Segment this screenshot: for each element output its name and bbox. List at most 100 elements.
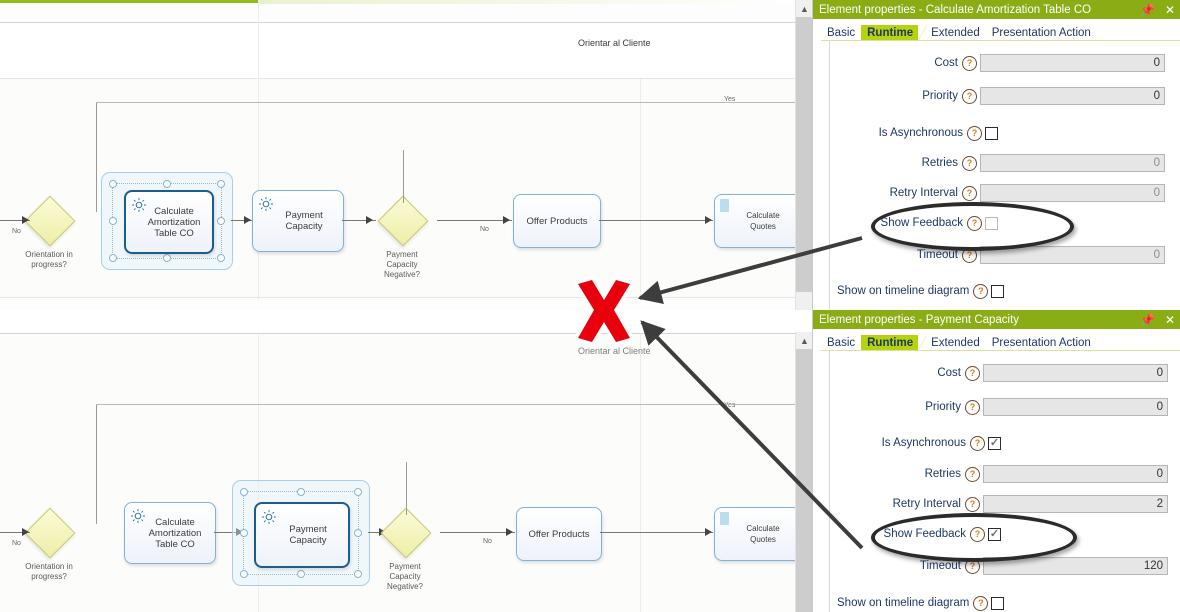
resize-handle[interactable]	[163, 254, 171, 262]
resize-handle[interactable]	[109, 180, 117, 188]
timeout-input[interactable]: 120	[983, 557, 1168, 575]
help-icon[interactable]: ?	[965, 466, 980, 482]
field-label-is-asynchronous: Is Asynchronous	[878, 127, 963, 139]
resize-handle[interactable]	[354, 488, 362, 496]
diagram-screenshot-top: Orientar al Cliente Yes Orientation in p…	[0, 0, 812, 310]
field-row-timeout: Timeout ? 120	[813, 556, 1168, 576]
sequence-flow	[96, 404, 812, 405]
resize-handle[interactable]	[109, 217, 117, 225]
help-icon[interactable]: ?	[970, 526, 985, 542]
retry-interval-input[interactable]: 2	[983, 495, 1168, 513]
task-payment-capacity[interactable]: Payment Capacity	[252, 190, 344, 252]
resize-handle[interactable]	[354, 570, 362, 578]
field-label-cost: Cost	[937, 367, 961, 379]
cost-input[interactable]: 0	[980, 54, 1165, 72]
help-icon[interactable]: ?	[965, 496, 980, 512]
resize-handle[interactable]	[109, 254, 117, 262]
scrollbar-vertical-top[interactable]: ▲	[795, 0, 812, 310]
retries-input[interactable]: 0	[980, 154, 1165, 172]
help-icon[interactable]: ?	[973, 283, 989, 299]
task-offer-products[interactable]: Offer Products	[513, 194, 601, 248]
task-calculate-quotes[interactable]: Calculate Quotes	[714, 507, 802, 561]
timeout-input[interactable]: 0	[980, 246, 1165, 264]
resize-handle[interactable]	[297, 570, 305, 578]
sequence-flow	[440, 532, 515, 533]
help-icon[interactable]: ?	[965, 558, 980, 574]
retries-input[interactable]: 0	[983, 465, 1168, 483]
close-icon[interactable]: ✕	[1165, 314, 1175, 326]
priority-input[interactable]: 0	[983, 398, 1168, 416]
help-icon[interactable]: ?	[962, 88, 977, 104]
tab-presentation-action[interactable]: Presentation Action	[986, 25, 1097, 41]
resize-handle[interactable]	[240, 529, 248, 537]
help-icon[interactable]: ?	[962, 155, 977, 171]
close-icon[interactable]: ✕	[1165, 4, 1175, 16]
tab-runtime[interactable]: Runtime	[861, 25, 928, 41]
task-calculate-amortization-table[interactable]: Calculate Amortization Table CO	[124, 502, 216, 564]
help-icon[interactable]: ?	[970, 435, 985, 451]
gear-icon	[132, 198, 146, 212]
is-asynchronous-checkbox[interactable]: ✓	[988, 436, 1001, 450]
help-icon[interactable]: ?	[962, 185, 977, 201]
task-offer-products[interactable]: Offer Products	[516, 507, 602, 561]
panel-tabs[interactable]: Basic Runtime Extended Presentation Acti…	[813, 329, 1180, 351]
cost-input[interactable]: 0	[983, 364, 1168, 382]
field-row-is-asynchronous: Is Asynchronous ?	[813, 123, 998, 143]
help-icon[interactable]: ?	[965, 365, 980, 381]
screenshot-gap	[0, 310, 812, 332]
help-icon[interactable]: ?	[967, 125, 982, 141]
is-asynchronous-checkbox[interactable]	[985, 126, 998, 140]
resize-handle[interactable]	[240, 488, 248, 496]
resize-handle[interactable]	[240, 570, 248, 578]
field-row-show-feedback: Show Feedback ?	[813, 213, 998, 233]
scrollbar-thumb[interactable]	[796, 349, 812, 612]
priority-input[interactable]: 0	[980, 87, 1165, 105]
show-feedback-checkbox[interactable]: ✓	[988, 527, 1001, 541]
task-payment-capacity[interactable]: Payment Capacity	[254, 502, 350, 568]
task-calculate-quotes[interactable]: Calculate Quotes	[714, 194, 802, 248]
scroll-up-button[interactable]: ▲	[796, 332, 812, 349]
document-icon	[720, 199, 729, 212]
panel-tabs[interactable]: Basic Runtime Extended Presentation Acti…	[813, 19, 1180, 41]
resize-handle[interactable]	[217, 180, 225, 188]
pin-icon[interactable]: 📌	[1140, 314, 1155, 326]
help-icon[interactable]: ?	[962, 247, 977, 263]
task-calculate-amortization-table[interactable]: Calculate Amortization Table CO	[124, 190, 214, 254]
diagram-screenshot-bottom: Orientar al Cliente Yes Orientation in p…	[0, 332, 812, 612]
header-accent-line	[0, 0, 258, 3]
sequence-flow	[599, 220, 713, 221]
show-feedback-checkbox[interactable]	[985, 216, 998, 230]
resize-handle[interactable]	[163, 180, 171, 188]
tab-runtime[interactable]: Runtime	[861, 335, 928, 351]
help-icon[interactable]: ?	[965, 399, 980, 415]
field-row-retries: Retries ? 0	[813, 464, 1168, 484]
pin-icon[interactable]: 📌	[1140, 4, 1155, 16]
element-properties-panel-payment-capacity[interactable]: Element properties - Payment Capacity 📌 …	[812, 310, 1180, 612]
resize-handle[interactable]	[217, 254, 225, 262]
help-icon[interactable]: ?	[967, 215, 982, 231]
task-label: Calculate Amortization Table CO	[148, 516, 202, 550]
panel-title-text: Element properties - Payment Capacity	[819, 313, 1020, 326]
scrollbar-thumb[interactable]	[796, 17, 812, 292]
field-label-show-on-timeline: Show on timeline diagram	[837, 597, 970, 609]
flow-arrow-icon	[506, 528, 513, 536]
help-icon[interactable]: ?	[973, 595, 989, 611]
tab-presentation-action[interactable]: Presentation Action	[986, 335, 1097, 351]
tab-basic[interactable]: Basic	[821, 25, 861, 41]
element-properties-panel-calculate-amortization[interactable]: Element properties - Calculate Amortizat…	[812, 0, 1180, 310]
scroll-up-button[interactable]: ▲	[796, 0, 812, 17]
diagram-canvas[interactable]: Orientar al Cliente Yes Orientation in p…	[0, 0, 812, 612]
resize-handle[interactable]	[354, 529, 362, 537]
help-icon[interactable]: ?	[962, 55, 977, 71]
resize-handle[interactable]	[217, 217, 225, 225]
gear-icon	[131, 509, 145, 523]
retry-interval-input[interactable]: 0	[980, 184, 1165, 202]
resize-handle[interactable]	[297, 488, 305, 496]
tab-extended[interactable]: Extended	[925, 25, 986, 41]
scrollbar-vertical-bottom[interactable]: ▲	[795, 332, 812, 612]
show-on-timeline-checkbox[interactable]	[991, 284, 1005, 298]
tab-basic[interactable]: Basic	[821, 335, 861, 351]
field-label-cost: Cost	[934, 57, 958, 69]
show-on-timeline-checkbox[interactable]	[991, 596, 1005, 610]
tab-extended[interactable]: Extended	[925, 335, 986, 351]
